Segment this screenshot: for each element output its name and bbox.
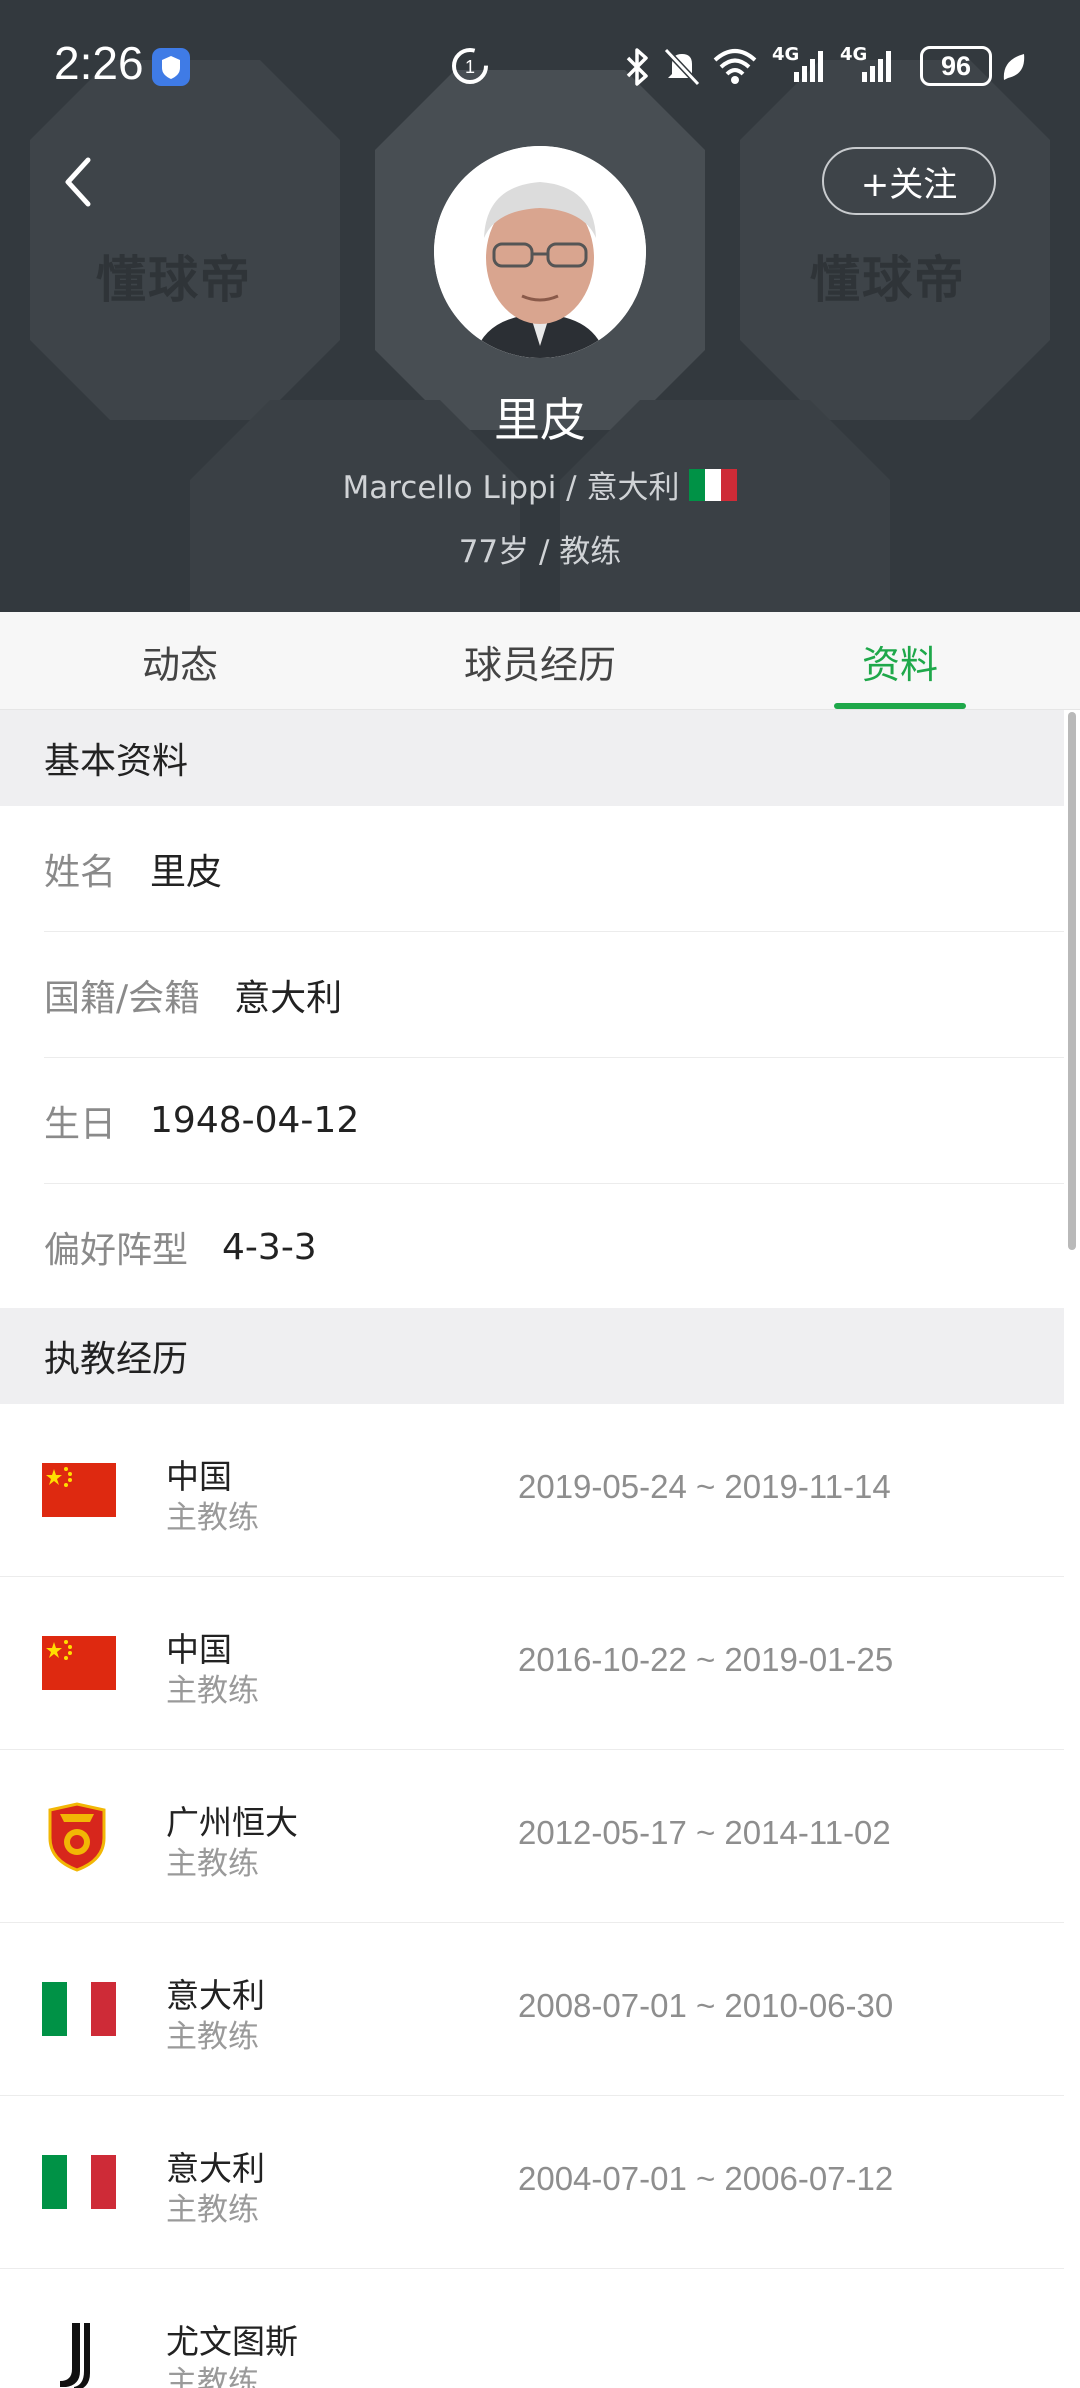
tenure-period: 2008-07-01 ~ 2010-06-30 (518, 1987, 894, 2024)
career-row[interactable]: 中国 主教练 2016-10-22 ~ 2019-01-25 (0, 1577, 1064, 1750)
info-row-name: 姓名 里皮 (44, 806, 1064, 932)
tab-active-indicator (834, 703, 966, 709)
back-button[interactable] (48, 148, 108, 216)
career-row[interactable]: 意大利 主教练 2008-07-01 ~ 2010-06-30 (0, 1923, 1064, 2096)
tenure-period: 2004-07-01 ~ 2006-07-12 (518, 2160, 894, 2197)
italy-flag-icon (689, 468, 738, 501)
status-time: 2:26 (54, 37, 144, 89)
team-name: 广州恒大 (166, 1803, 298, 1842)
italy-flag-icon (42, 1982, 116, 2036)
info-value: 4-3-3 (222, 1226, 317, 1268)
career-row[interactable]: 中国 主教练 2019-05-24 ~ 2019-11-14 (0, 1404, 1064, 1577)
watermark-left: 懂球帝 (96, 251, 252, 309)
info-row-formation: 偏好阵型 4-3-3 (44, 1184, 1064, 1310)
info-row-nationality: 国籍/会籍 意大利 (44, 932, 1064, 1058)
info-value: 1948-04-12 (150, 1100, 360, 1141)
tenure-period: 2012-05-17 ~ 2014-11-02 (518, 1814, 891, 1851)
coach-role: 主教练 (166, 2019, 259, 2055)
team-name: 中国 (166, 1630, 232, 1669)
career-row[interactable]: 尤文图斯 主教练 (0, 2269, 1064, 2388)
china-flag-icon (42, 1636, 116, 1690)
follow-button[interactable]: +关注 (822, 147, 996, 215)
team-name: 意大利 (166, 2149, 265, 2188)
tenure-period: 2016-10-22 ~ 2019-01-25 (518, 1641, 894, 1678)
info-row-birthday: 生日 1948-04-12 (44, 1058, 1064, 1184)
bluetooth-icon (626, 48, 648, 86)
signal-icon (794, 51, 823, 82)
english-name-text: Marcello Lippi / 意大利 (342, 470, 680, 506)
coach-role: 主教练 (166, 1846, 259, 1882)
coach-role: 主教练 (166, 1673, 259, 1709)
profile-header: 懂球帝 懂球帝 2:26 1 4G 4G 96 +关注 里皮 Marcello … (0, 0, 1080, 612)
english-name-nationality: Marcello Lippi / 意大利 (0, 462, 1080, 507)
basic-info-header: 基本资料 (0, 710, 1064, 806)
svg-text:1: 1 (465, 57, 475, 77)
tab-bar: 动态 球员经历 资料 (0, 612, 1080, 710)
coach-portrait-icon (434, 146, 646, 358)
team-name: 意大利 (166, 1976, 265, 2015)
info-value: 里皮 (150, 851, 223, 893)
data-saver-icon: 1 (452, 48, 488, 84)
info-label: 姓名 (44, 851, 117, 893)
wifi-icon (713, 49, 757, 84)
avatar (434, 146, 646, 358)
tab-news[interactable]: 动态 (60, 612, 300, 710)
info-label: 国籍/会籍 (44, 977, 201, 1019)
guangzhou-evergrande-crest-icon (48, 1802, 106, 1872)
status-bar: 2:26 1 4G 4G 96 (0, 0, 1080, 130)
info-label: 生日 (44, 1103, 117, 1145)
team-name: 尤文图斯 (166, 2322, 298, 2361)
china-flag-icon (42, 1463, 116, 1517)
coach-name: 里皮 (494, 393, 586, 447)
coach-role: 主教练 (166, 2192, 259, 2228)
italy-flag-icon (42, 2155, 116, 2209)
leaf-icon (1003, 54, 1025, 80)
info-label: 偏好阵型 (44, 1230, 189, 1271)
app-shield-icon (152, 48, 190, 86)
watermark-right: 懂球帝 (810, 251, 966, 309)
signal-icon-2 (862, 51, 891, 82)
coach-role: 主教练 (166, 1500, 259, 1536)
battery-icon: 96 (920, 46, 992, 86)
team-name: 中国 (166, 1457, 232, 1496)
career-row[interactable]: 广州恒大 主教练 2012-05-17 ~ 2014-11-02 (0, 1750, 1064, 1923)
juventus-logo-icon (60, 2323, 90, 2388)
tab-profile[interactable]: 资料 (780, 612, 1020, 710)
age-role: 77岁 / 教练 (458, 534, 622, 570)
mute-icon (663, 47, 701, 86)
coaching-history-header: 执教经历 (0, 1308, 1064, 1404)
scrollbar[interactable] (1068, 712, 1076, 1250)
tab-player-career[interactable]: 球员经历 (420, 612, 660, 710)
coach-role: 主教练 (166, 2365, 259, 2388)
tenure-period: 2019-05-24 ~ 2019-11-14 (518, 1468, 891, 1505)
info-value: 意大利 (234, 977, 343, 1019)
career-row[interactable]: 意大利 主教练 2004-07-01 ~ 2006-07-12 (0, 2096, 1064, 2269)
